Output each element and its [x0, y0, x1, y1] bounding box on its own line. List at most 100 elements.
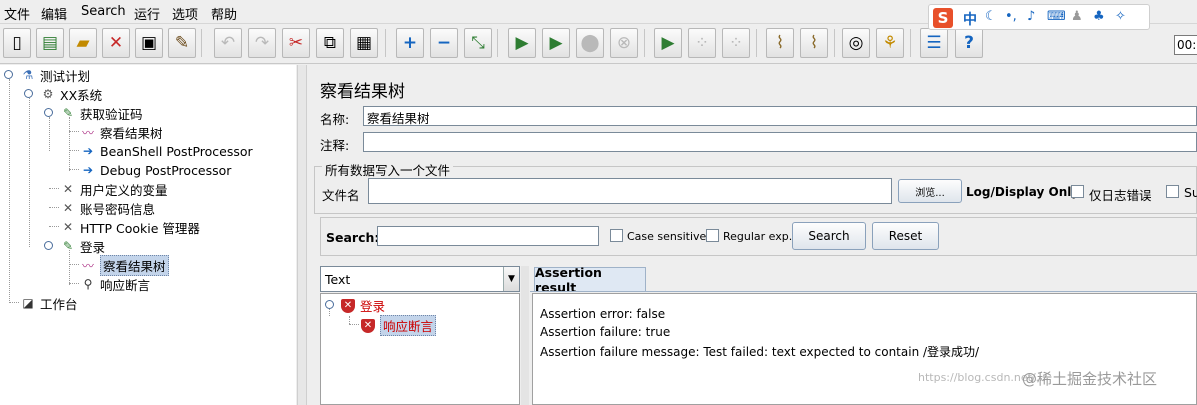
function-helper-icon[interactable]: ☰: [920, 28, 948, 58]
tree-node-label: 察看结果树: [100, 125, 163, 141]
case-sensitive-checkbox[interactable]: [610, 229, 623, 242]
menu-file[interactable]: 文件: [4, 4, 30, 23]
save-as-icon[interactable]: ✎: [168, 28, 196, 58]
search-button[interactable]: Search: [792, 222, 866, 250]
start-icon[interactable]: ▶: [508, 28, 536, 58]
assertion-line: Assertion failure: true: [540, 325, 671, 339]
expand-toggle[interactable]: [325, 300, 334, 309]
tree-line: [49, 207, 59, 208]
expand-toggle[interactable]: [24, 89, 33, 98]
tools-icon: ✕: [62, 220, 74, 234]
skin-icon[interactable]: ♣: [1093, 9, 1105, 24]
tools-icon: ✕: [62, 201, 74, 215]
tree-node-captcha-sampler[interactable]: ✎ 获取验证码: [60, 104, 143, 122]
chevron-down-icon[interactable]: ▼: [503, 267, 519, 291]
reset-search-icon[interactable]: ⚘: [876, 28, 904, 58]
tree-node-thread-group[interactable]: ⚙ XX系统: [40, 85, 103, 103]
search-icon[interactable]: ◎: [842, 28, 870, 58]
browse-button[interactable]: 浏览...: [898, 179, 962, 203]
close-icon[interactable]: ✕: [102, 28, 130, 58]
tree-node-view-results-tree-selected[interactable]: 〰 察看结果树: [80, 254, 169, 276]
regex-checkbox[interactable]: [706, 229, 719, 242]
errors-only-label: 仅日志错误: [1089, 188, 1152, 203]
save-icon[interactable]: ▣: [135, 28, 163, 58]
menu-options[interactable]: 选项: [172, 4, 198, 23]
tree-node-login-sampler[interactable]: ✎ 登录: [60, 237, 105, 255]
menu-search[interactable]: Search: [81, 4, 126, 19]
tree-node-beanshell[interactable]: ➔ BeanShell PostProcessor: [80, 142, 253, 160]
filename-label: 文件名: [322, 188, 360, 203]
comment-field[interactable]: [363, 132, 1197, 152]
tree-node-response-assertion[interactable]: ⚲ 响应断言: [80, 275, 150, 293]
expand-toggle[interactable]: [44, 241, 53, 250]
expand-toggle[interactable]: [44, 108, 53, 117]
expand-toggle[interactable]: [4, 70, 13, 79]
clear-all-icon[interactable]: ⌇: [800, 28, 828, 58]
search-label: Search:: [326, 230, 380, 245]
failure-shield-icon: ✕: [361, 318, 375, 333]
help-icon[interactable]: ?: [955, 28, 983, 58]
menu-help[interactable]: 帮助: [211, 4, 237, 23]
successes-label: Su: [1184, 185, 1197, 200]
log-display-label: Log/Display Only:: [966, 185, 1084, 199]
menu-edit[interactable]: 编辑: [41, 4, 67, 23]
shutdown-icon[interactable]: ⊗: [610, 28, 638, 58]
punctuation-icon[interactable]: •,: [1005, 9, 1017, 24]
reset-button[interactable]: Reset: [872, 222, 939, 250]
templates-icon[interactable]: ▤: [36, 28, 64, 58]
microphone-icon[interactable]: ♪: [1027, 9, 1035, 24]
user-icon[interactable]: ♟: [1071, 9, 1083, 24]
tree-node-label: 工作台: [40, 296, 78, 312]
remote-stop-icon[interactable]: ⁘: [688, 28, 716, 58]
flask-icon: ⚗: [22, 68, 34, 82]
start-no-pauses-icon[interactable]: ▶: [542, 28, 570, 58]
search-input[interactable]: [377, 226, 599, 246]
stop-icon[interactable]: ⬤: [576, 28, 604, 58]
open-icon[interactable]: ▰: [69, 28, 97, 58]
cut-icon[interactable]: ✂: [282, 28, 310, 58]
tree-node-label: 账号密码信息: [80, 201, 156, 217]
postprocessor-icon: ➔: [82, 144, 94, 158]
clear-icon[interactable]: ⌇: [766, 28, 794, 58]
tree-node-workbench[interactable]: ◪ 工作台: [20, 294, 78, 312]
undo-icon[interactable]: ↶: [214, 28, 242, 58]
filename-field[interactable]: [368, 178, 892, 204]
name-field[interactable]: 察看结果树: [363, 106, 1197, 126]
comment-label: 注释:: [320, 138, 350, 153]
redo-icon[interactable]: ↷: [248, 28, 276, 58]
tree-node-view-results-tree[interactable]: 〰 察看结果树: [80, 123, 163, 141]
renderer-select[interactable]: Text ▼: [320, 266, 520, 292]
tree-line: [69, 150, 79, 151]
remote-shutdown-icon[interactable]: ⁘: [722, 28, 750, 58]
successes-checkbox[interactable]: [1166, 185, 1179, 198]
copy-icon[interactable]: ⧉: [316, 28, 344, 58]
ime-mode[interactable]: 中: [963, 9, 977, 29]
errors-only-checkbox[interactable]: [1071, 185, 1084, 198]
results-splitter[interactable]: [521, 266, 529, 405]
tree-node-cookie-manager[interactable]: ✕ HTTP Cookie 管理器: [60, 218, 200, 236]
keyboard-icon[interactable]: ⌨: [1047, 9, 1066, 24]
case-sensitive-label: Case sensitive: [627, 230, 707, 243]
expand-icon[interactable]: +: [396, 28, 424, 58]
panel-splitter[interactable]: [297, 65, 307, 405]
tree-node-credentials[interactable]: ✕ 账号密码信息: [60, 199, 155, 217]
new-icon[interactable]: ▯: [3, 28, 31, 58]
tree-node-user-vars[interactable]: ✕ 用户定义的变量: [60, 180, 168, 198]
tree-node-debug[interactable]: ➔ Debug PostProcessor: [80, 161, 231, 179]
moon-icon[interactable]: ☾: [985, 9, 997, 24]
toolbar-separator: [910, 29, 911, 57]
menu-run[interactable]: 运行: [134, 4, 160, 23]
tree-node-label: 获取验证码: [80, 106, 143, 122]
paste-icon[interactable]: ▦: [350, 28, 378, 58]
toggle-icon[interactable]: ⤡: [464, 28, 492, 58]
wrench-icon[interactable]: ✧: [1115, 9, 1126, 24]
ime-toolbar: S 中 ☾ •, ♪ ⌨ ♟ ♣ ✧: [928, 4, 1150, 30]
workbench-icon: ◪: [22, 296, 34, 310]
collapse-icon[interactable]: −: [430, 28, 458, 58]
result-node-assertion[interactable]: ✕ 响应断言: [361, 315, 437, 336]
tab-assertion-result[interactable]: Assertion result: [534, 265, 646, 295]
ime-logo[interactable]: S: [933, 8, 953, 28]
result-node-login[interactable]: ✕ 登录: [341, 296, 385, 315]
tree-node-test-plan[interactable]: ⚗ 测试计划: [20, 66, 90, 84]
remote-start-icon[interactable]: ▶: [654, 28, 682, 58]
